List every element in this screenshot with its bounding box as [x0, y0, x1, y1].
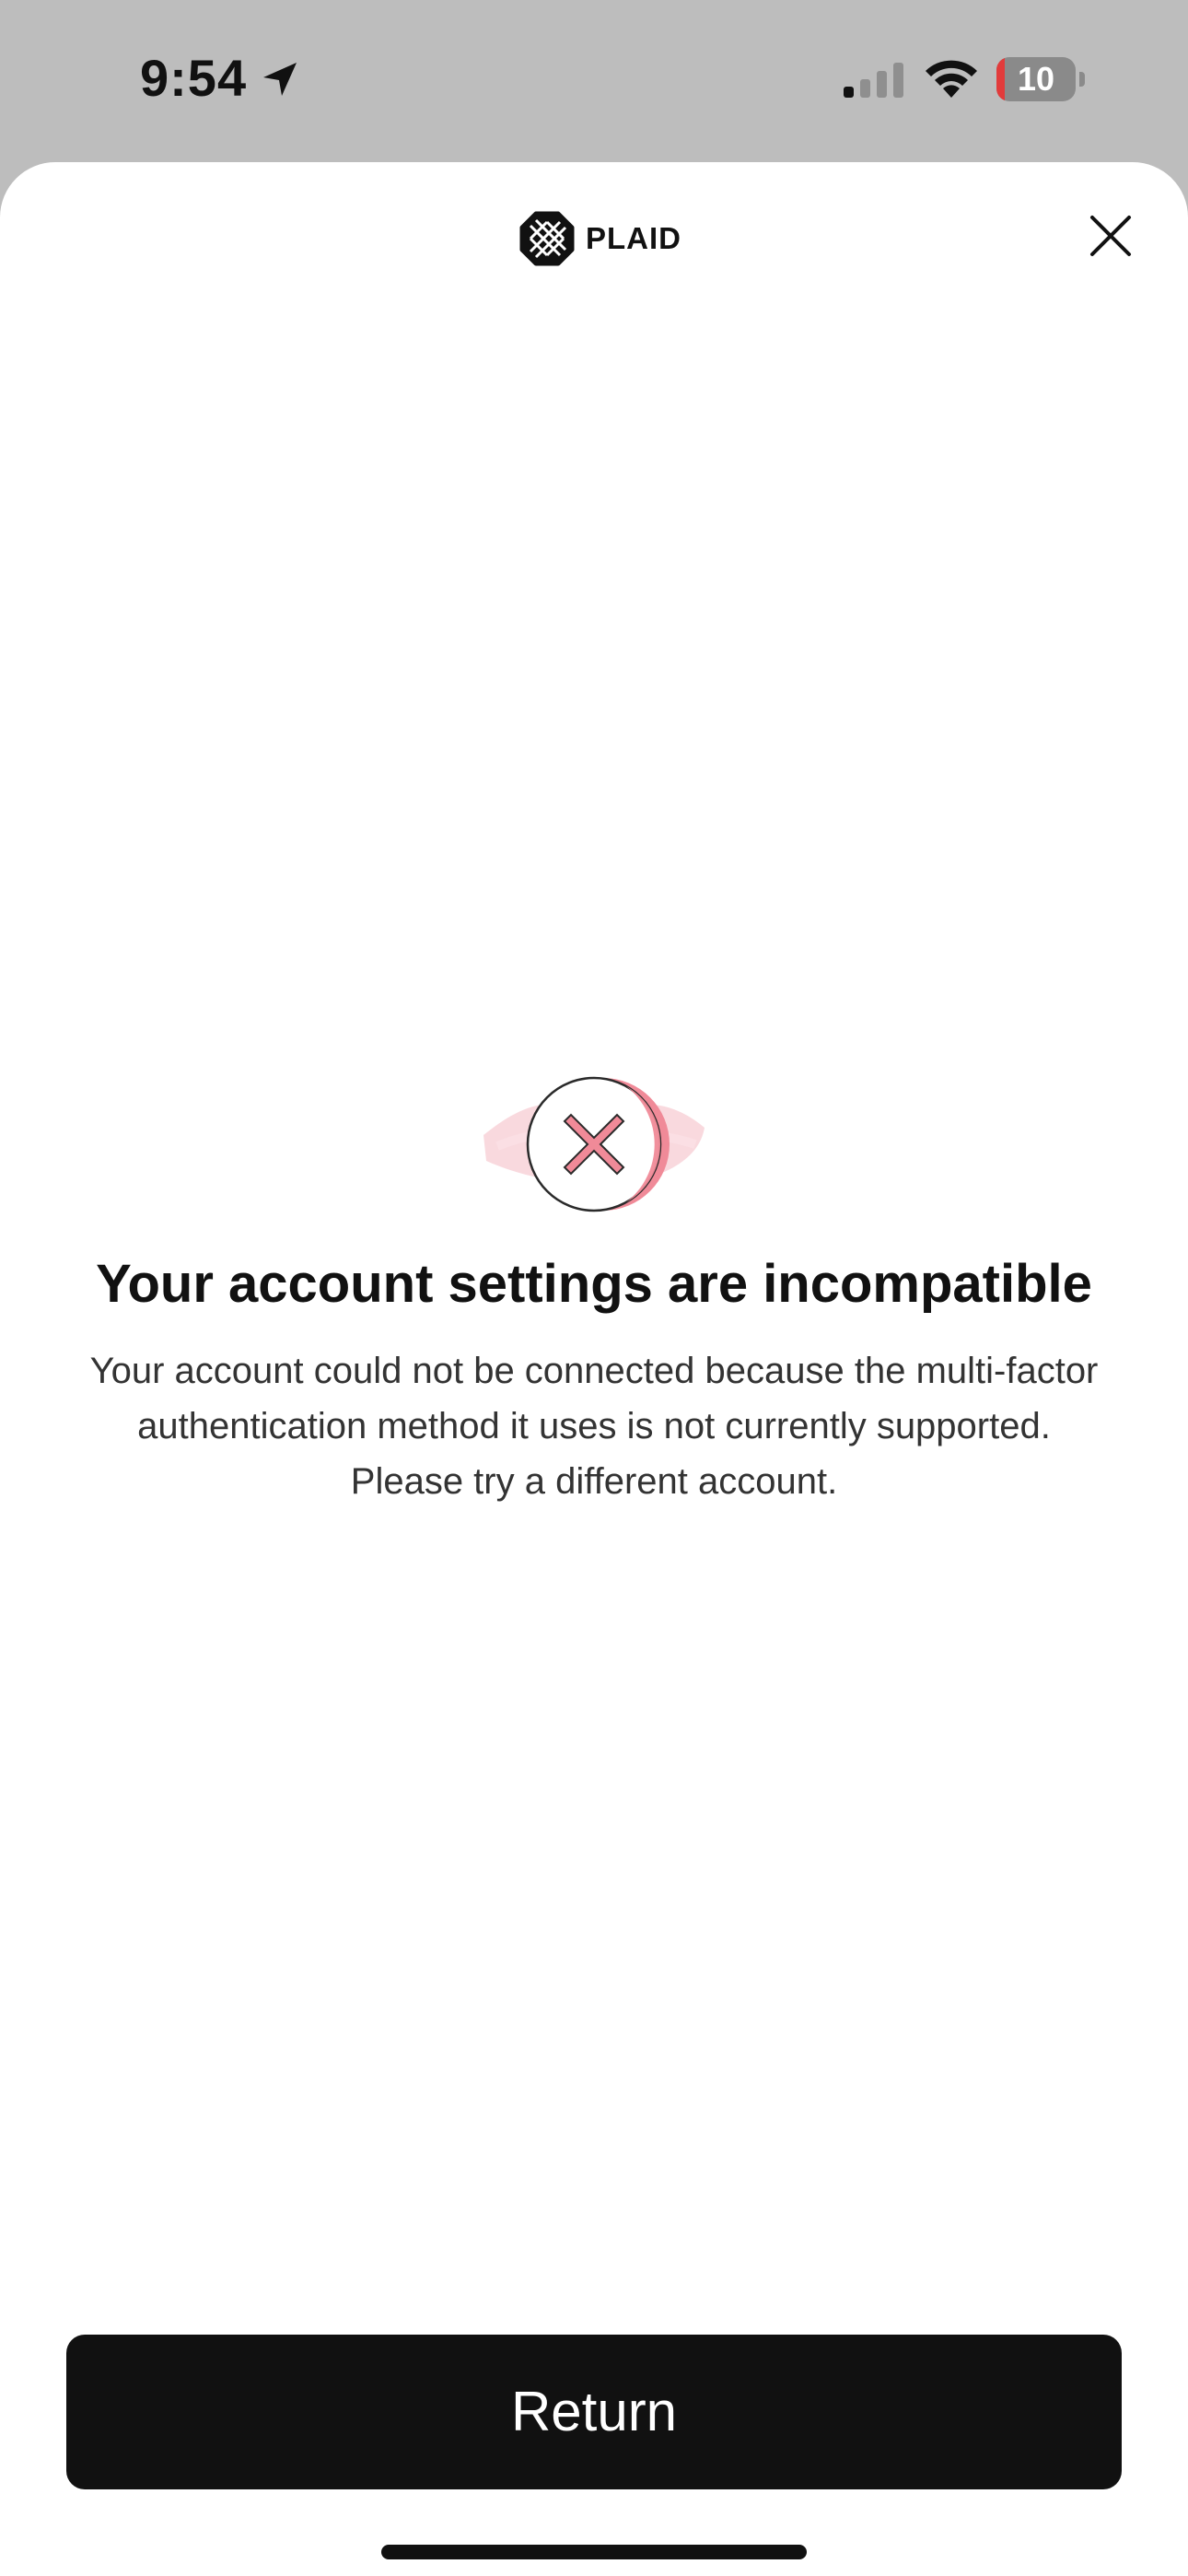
location-arrow-icon	[263, 63, 297, 96]
error-description: Your account could not be connected beca…	[89, 1351, 1099, 1502]
return-button[interactable]: Return	[66, 2335, 1122, 2489]
page-title: Your account settings are incompatible	[96, 1254, 1092, 1314]
home-indicator	[381, 2545, 807, 2559]
close-icon[interactable]	[1083, 208, 1138, 263]
battery-level: 10	[1017, 60, 1055, 98]
plaid-logo-text: PLAID	[586, 221, 681, 255]
screen: 9:54 10 PLAID Your account settings are …	[0, 0, 1188, 2576]
battery-tip	[1079, 72, 1085, 87]
battery-body: 10	[996, 57, 1076, 101]
error-x-circle-icon	[483, 1076, 705, 1212]
plaid-logo-icon	[519, 211, 575, 266]
status-time: 9:54	[140, 49, 248, 107]
sheet-header: PLAID	[0, 162, 1188, 319]
plaid-logo: PLAID	[519, 210, 681, 267]
cellular-signal-icon	[844, 63, 903, 98]
wifi-icon	[926, 60, 977, 98]
modal-sheet: PLAID Your account settings are incompat	[0, 162, 1188, 2576]
status-bar: 9:54 10	[0, 0, 1188, 162]
battery-icon: 10	[996, 57, 1085, 101]
